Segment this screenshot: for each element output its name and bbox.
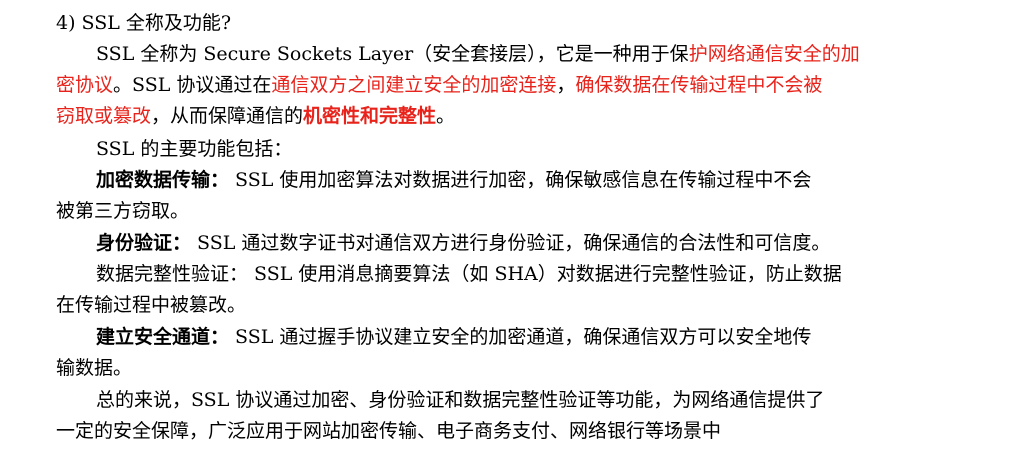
intro-text: ， xyxy=(556,74,576,96)
summary-line-2: 一定的安全保障，广泛应用于网站加密传输、电子商务支付、网络银行等场景中 xyxy=(56,420,722,442)
function-item-cont: 输数据。 xyxy=(56,357,133,379)
function-title: 建立安全通道： xyxy=(96,326,230,348)
document-page: 4) SSL 全称及功能? SSL 全称为 Secure Sockets Lay… xyxy=(0,0,1015,456)
function-item: 身份验证： SSL 通过数字证书对通信双方进行身份验证，确保通信的合法性和可信度… xyxy=(96,228,976,259)
function-item: 数据完整性验证： SSL 使用消息摘要算法（如 SHA）对数据进行完整性验证，防… xyxy=(96,259,976,290)
function-item-cont: 在传输过程中被篡改。 xyxy=(56,294,247,316)
function-title: 数据完整性验证： xyxy=(96,263,249,285)
intro-highlight-bold: 机密性和完整性 xyxy=(303,105,437,127)
function-desc: SSL 通过数字证书对通信双方进行身份验证，确保通信的合法性和可信度。 xyxy=(191,232,831,254)
intro-text: ，从而保障通信的 xyxy=(151,105,304,127)
function-desc: SSL 使用加密算法对数据进行加密，确保敏感信息在传输过程中不会 xyxy=(229,169,812,191)
function-item: 建立安全通道： SSL 通过握手协议建立安全的加密通道，确保通信双方可以安全地传 xyxy=(96,322,976,353)
functions-intro: SSL 的主要功能包括： xyxy=(96,138,293,160)
section-heading: 4) SSL 全称及功能? xyxy=(56,12,232,34)
intro-line-3: 窃取或篡改，从而保障通信的机密性和完整性。 xyxy=(56,101,936,132)
intro-text: 。SSL 协议通过在 xyxy=(113,74,272,96)
intro-highlight: 密协议 xyxy=(56,74,114,96)
intro-line-1: SSL 全称为 Secure Sockets Layer（安全套接层），它是一种… xyxy=(96,39,976,70)
function-item-cont: 被第三方窃取。 xyxy=(56,200,190,222)
function-desc: SSL 使用消息摘要算法（如 SHA）对数据进行完整性验证，防止数据 xyxy=(248,263,842,285)
function-item: 加密数据传输： SSL 使用加密算法对数据进行加密，确保敏感信息在传输过程中不会 xyxy=(96,165,976,196)
intro-highlight: 通信双方之间建立安全的加密连接 xyxy=(271,74,557,96)
intro-line-2: 密协议。SSL 协议通过在通信双方之间建立安全的加密连接，确保数据在传输过程中不… xyxy=(56,70,936,101)
function-title: 身份验证： xyxy=(96,232,192,254)
intro-text: 。 xyxy=(436,105,456,127)
summary-line-1: 总的来说，SSL 协议通过加密、身份验证和数据完整性验证等功能，为网络通信提供了 xyxy=(96,389,825,411)
intro-highlight: 确保数据在传输过程中不会被 xyxy=(575,74,823,96)
intro-highlight: 窃取或篡改 xyxy=(56,105,152,127)
function-title: 加密数据传输： xyxy=(96,169,230,191)
intro-text: SSL 全称为 Secure Sockets Layer（安全套接层），它是一种… xyxy=(96,43,689,65)
function-desc: SSL 通过握手协议建立安全的加密通道，确保通信双方可以安全地传 xyxy=(229,326,812,348)
intro-highlight: 护网络通信安全的加 xyxy=(688,43,860,65)
